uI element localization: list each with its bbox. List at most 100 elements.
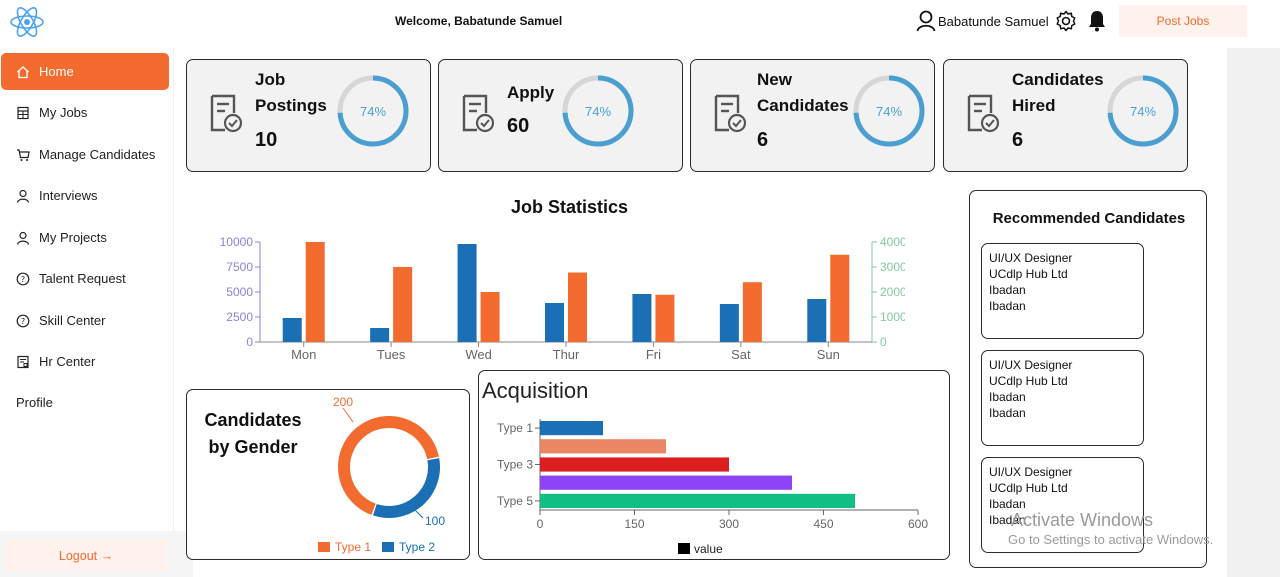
sidebar-item-label: My Projects (39, 230, 107, 245)
bar-series1 (632, 294, 652, 342)
y-right-tick-label: 1000 (880, 310, 905, 324)
watermark-line2: Go to Settings to activate Windows. (1008, 532, 1214, 547)
logout-button[interactable]: Logout → (6, 540, 166, 571)
x-tick-label: 600 (908, 517, 928, 531)
job-statistics-chart: 0 2500 5000 7500 10000 0 1000 2000 3000 4000 Mon Tu… (220, 235, 905, 362)
legend-label-type2: Type 2 (399, 540, 435, 554)
stat-value: 6 (757, 129, 769, 151)
legend-label-value: value (694, 542, 723, 556)
bar-series1 (719, 304, 739, 342)
donut-slice (373, 458, 440, 518)
sidebar-item-label: Talent Request (39, 271, 126, 286)
candidate-company: UCdlp Hub Ltd (989, 481, 1068, 495)
bar-series1 (807, 299, 827, 342)
sidebar-item-manage-candidates[interactable]: Manage Candidates (1, 136, 169, 173)
bell-icon[interactable] (1085, 9, 1109, 33)
sidebar-item-label: Skill Center (39, 313, 106, 328)
document-check-icon (462, 94, 495, 133)
stat-value: 6 (1012, 129, 1024, 151)
bar-series2 (305, 242, 325, 342)
y-right-tick-label: 0 (880, 335, 887, 349)
svg-text:?: ? (21, 317, 25, 326)
logout-area: Logout → (0, 531, 193, 577)
bar-series2 (568, 272, 587, 342)
stat-card-new-candidates[interactable]: New Candidates 6 74% (690, 59, 935, 172)
hbar (540, 457, 729, 472)
sidebar-item-label: Manage Candidates (39, 147, 156, 162)
user-icon (16, 231, 30, 245)
donut-label-type2: 100 (425, 514, 445, 528)
x-tick-label: Mon (291, 347, 316, 362)
calculator-icon (17, 106, 29, 119)
x-tick-label: Fri (646, 347, 661, 362)
candidate-card[interactable]: UI/UX Designer UCdlp Hub Ltd Ibadan Ibad… (981, 350, 1144, 446)
x-tick-label: 0 (537, 517, 544, 531)
recommended-title: Recommended Candidates (992, 210, 1186, 227)
sidebar-item-label: Home (39, 64, 74, 79)
stat-value: 10 (255, 129, 278, 151)
home-icon (17, 65, 29, 78)
legend-swatch-type1 (318, 542, 330, 552)
progress-ring-label: 74% (876, 104, 902, 119)
sidebar-item-skill-center[interactable]: ? Skill Center (1, 302, 169, 339)
y-left-tick-label: 2500 (226, 310, 253, 324)
candidate-company: UCdlp Hub Ltd (989, 374, 1068, 388)
cart-icon (17, 148, 30, 161)
candidate-state: Ibadan (989, 299, 1026, 313)
stat-title-line1: Candidates (1012, 70, 1104, 89)
donut-label-type1: 200 (333, 395, 353, 409)
x-tick-label: 300 (719, 517, 739, 531)
hbar (540, 439, 666, 454)
document-check-icon (967, 94, 1000, 133)
react-logo-icon[interactable] (9, 4, 45, 40)
progress-ring: 74% (562, 75, 634, 147)
y-tick-label: Type 1 (497, 421, 533, 435)
sidebar-item-home[interactable]: Home (1, 53, 169, 90)
progress-ring: 74% (337, 75, 409, 147)
document-check-icon (210, 94, 243, 133)
bar-series1 (545, 303, 564, 342)
x-tick-label: Wed (465, 347, 492, 362)
id-card-icon (17, 355, 29, 368)
stat-title-line1: Apply (507, 83, 555, 102)
sidebar-item-label: Interviews (39, 188, 98, 203)
welcome-text: Welcome, Babatunde Samuel (395, 14, 563, 28)
progress-ring-label: 74% (585, 104, 611, 119)
sidebar-item-label: My Jobs (39, 105, 88, 120)
svg-text:?: ? (21, 275, 25, 284)
y-right-tick-label: 3000 (880, 260, 905, 274)
stat-card-apply[interactable]: Apply 60 74% (438, 59, 683, 172)
sidebar-item-profile[interactable]: Profile (16, 395, 53, 410)
y-right-tick-label: 4000 (880, 235, 905, 249)
candidate-state: Ibadan (989, 406, 1026, 420)
acquisition-chart: value Type 1 Type 3 Type 5 0 150 300 450 600 (497, 419, 928, 556)
help-circle-icon: ? (16, 272, 30, 285)
x-tick-label: Thur (553, 347, 580, 362)
sidebar-item-talent-request[interactable]: ? Talent Request (1, 260, 169, 297)
y-left-tick-label: 10000 (220, 235, 254, 249)
gender-card: Candidates by Gender 200 100 Type 1 Type… (186, 389, 470, 560)
bar-series2 (830, 254, 850, 342)
sidebar-item-interviews[interactable]: Interviews (1, 177, 169, 214)
gear-icon[interactable] (1054, 9, 1078, 33)
sidebar-item-hr-center[interactable]: Hr Center (1, 343, 169, 380)
user-name: Babatunde Samuel (938, 13, 1049, 29)
scrollbar-track[interactable] (1227, 48, 1280, 577)
stat-card-candidates-hired[interactable]: Candidates Hired 6 74% (943, 59, 1188, 172)
progress-ring-label: 74% (360, 104, 386, 119)
post-jobs-button[interactable]: Post Jobs (1119, 5, 1247, 37)
x-tick-label: Sat (731, 347, 751, 362)
bar-series2 (742, 282, 762, 342)
candidate-role: UI/UX Designer (989, 358, 1073, 372)
candidate-card[interactable]: UI/UX Designer UCdlp Hub Ltd Ibadan Ibad… (981, 243, 1144, 339)
document-check-icon (714, 94, 747, 133)
stat-card-job-postings[interactable]: Job Postings 10 74% (186, 59, 431, 172)
candidate-city: Ibadan (989, 390, 1026, 404)
sidebar-item-my-projects[interactable]: My Projects (1, 219, 169, 256)
sidebar-item-my-jobs[interactable]: My Jobs (1, 94, 169, 131)
x-tick-label: 450 (813, 517, 833, 531)
bar-series2 (480, 292, 500, 342)
user-menu[interactable]: Babatunde Samuel (916, 9, 1049, 33)
sidebar: Home My Jobs Manage Candidates Interview… (0, 48, 174, 577)
stat-title-line2: Postings (255, 96, 327, 115)
